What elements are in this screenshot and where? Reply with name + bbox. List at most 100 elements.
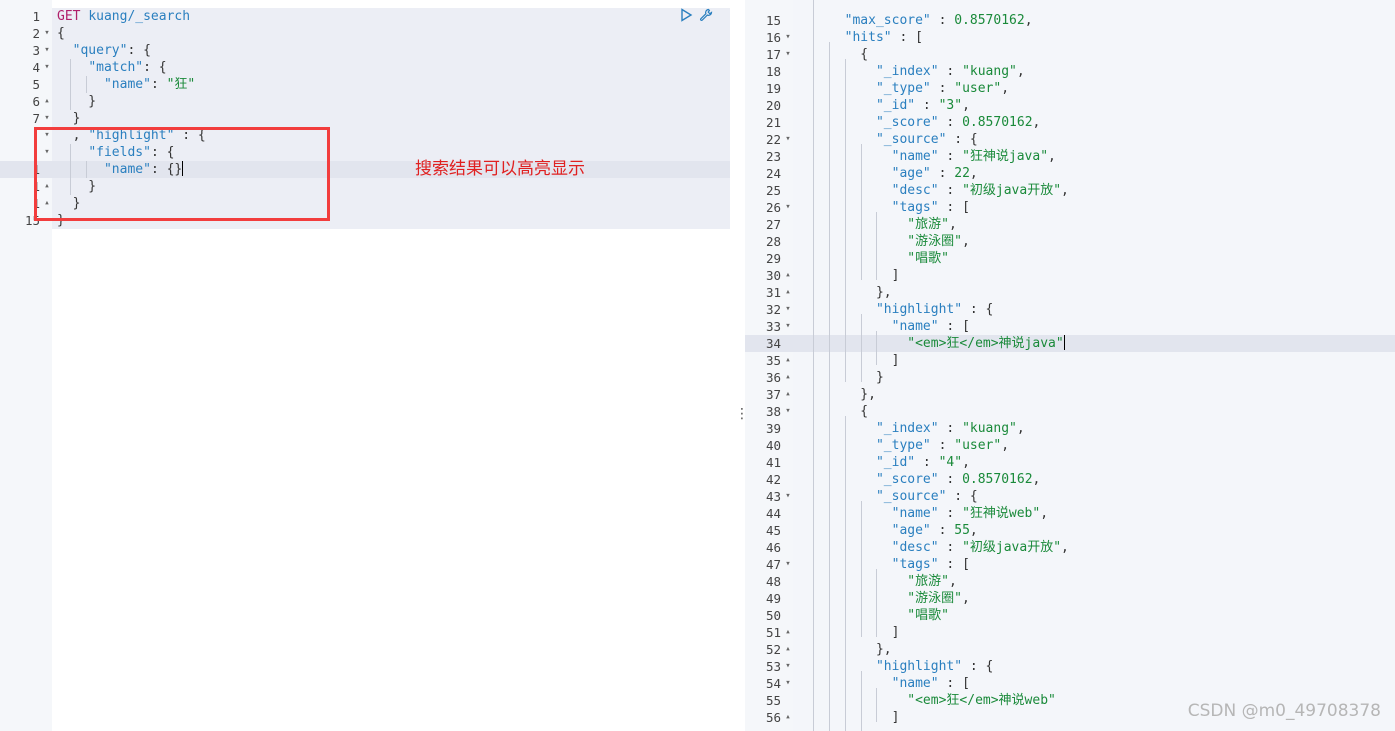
fold-arrow-up-icon[interactable]: ▴ [783, 284, 793, 301]
response-line[interactable]: 34 "<em>狂</em>神说java" [745, 335, 1395, 352]
response-line[interactable]: 52 ▴ }, [745, 641, 1395, 658]
code-text: "_source" : { [875, 489, 978, 504]
line-number: 42 [765, 472, 781, 487]
code-text: "<em>狂</em>神说web" [907, 693, 1056, 708]
response-line[interactable]: 26 ▾ "tags" : [ [745, 199, 1395, 216]
fold-arrow-down-icon[interactable]: ▾ [783, 658, 793, 675]
response-line[interactable]: 15 "max_score" : 0.8570162, [745, 12, 1395, 29]
request-line[interactable]: 5 "name": "狂" [0, 76, 730, 93]
response-line[interactable]: 18 "_index" : "kuang", [745, 63, 1395, 80]
fold-arrow-down-icon[interactable]: ▾ [42, 110, 52, 127]
line-number: 23 [765, 149, 781, 164]
line-number: 21 [765, 115, 781, 130]
response-line[interactable]: 39 "_index" : "kuang", [745, 420, 1395, 437]
response-line[interactable]: 41 "_id" : "4", [745, 454, 1395, 471]
fold-arrow-down-icon[interactable]: ▾ [783, 403, 793, 420]
response-line[interactable]: 48 "旅游", [745, 573, 1395, 590]
fold-arrow-down-icon[interactable]: ▾ [783, 29, 793, 46]
fold-arrow-up-icon[interactable]: ▴ [783, 641, 793, 658]
fold-arrow-up-icon[interactable]: ▴ [783, 267, 793, 284]
response-line[interactable]: 49 "游泳圈", [745, 590, 1395, 607]
response-line[interactable]: 42 "_score" : 0.8570162, [745, 471, 1395, 488]
fold-arrow-down-icon[interactable]: ▾ [783, 556, 793, 573]
response-line[interactable]: 19 "_type" : "user", [745, 80, 1395, 97]
response-line[interactable]: 27 "旅游", [745, 216, 1395, 233]
response-line[interactable]: 53 ▾ "highlight" : { [745, 658, 1395, 675]
response-line[interactable]: 23 "name" : "狂神说java", [745, 148, 1395, 165]
fold-arrow-down-icon[interactable]: ▾ [783, 675, 793, 692]
fold-arrow-up-icon[interactable]: ▴ [783, 352, 793, 369]
code-text: "name" : [ [891, 676, 970, 691]
response-line[interactable]: 24 "age" : 22, [745, 165, 1395, 182]
response-line[interactable]: 38 ▾ { [745, 403, 1395, 420]
fold-arrow-down-icon[interactable]: ▾ [783, 301, 793, 318]
response-line[interactable]: 21 "_score" : 0.8570162, [745, 114, 1395, 131]
response-line[interactable]: 50 "唱歌" [745, 607, 1395, 624]
response-line[interactable]: 33 ▾ "name" : [ [745, 318, 1395, 335]
request-toolbar [679, 8, 713, 22]
code-text: "name" : [ [891, 319, 970, 334]
request-line[interactable]: 4 ▾ "match": { [0, 59, 730, 76]
code-text: "highlight" : { [875, 302, 994, 317]
request-line[interactable]: 1 GET kuang/_search [0, 8, 730, 25]
response-line[interactable]: 16 ▾ "hits" : [ [745, 29, 1395, 46]
response-line[interactable]: 46 "desc" : "初级java开放", [745, 539, 1395, 556]
request-line[interactable]: 2 ▾ { [0, 25, 730, 42]
pane-splitter[interactable]: ⋮ [730, 0, 749, 731]
play-icon[interactable] [679, 8, 693, 22]
response-line[interactable]: 44 "name" : "狂神说web", [745, 505, 1395, 522]
request-editor[interactable]: 1 GET kuang/_search 2 ▾{3 ▾ "query": {4 ▾ "ma… [0, 0, 730, 731]
annotation-highlight-box [34, 127, 330, 221]
response-line[interactable]: 51 ▴ ] [745, 624, 1395, 641]
fold-arrow-down-icon[interactable]: ▾ [783, 318, 793, 335]
fold-arrow-down-icon[interactable]: ▾ [42, 59, 52, 76]
response-line[interactable]: 54 ▾ "name" : [ [745, 675, 1395, 692]
response-line[interactable]: 37 ▴ }, [745, 386, 1395, 403]
code-text: "max_score" : 0.8570162, [844, 13, 1033, 28]
code-text: "游泳圈", [907, 591, 970, 606]
response-line[interactable]: 43 ▾ "_source" : { [745, 488, 1395, 505]
response-line[interactable]: 30 ▴ ] [745, 267, 1395, 284]
fold-arrow-up-icon[interactable]: ▴ [783, 369, 793, 386]
fold-arrow-up-icon[interactable]: ▴ [783, 624, 793, 641]
response-line[interactable]: 28 "游泳圈", [745, 233, 1395, 250]
fold-arrow-up-icon[interactable]: ▴ [42, 93, 52, 110]
fold-arrow-down-icon[interactable]: ▾ [42, 25, 52, 42]
fold-arrow-down-icon[interactable]: ▾ [783, 199, 793, 216]
response-line[interactable]: 47 ▾ "tags" : [ [745, 556, 1395, 573]
line-number: 15 [765, 13, 781, 28]
line-number: 19 [765, 81, 781, 96]
line-number: 3 [32, 43, 40, 58]
response-line[interactable]: 29 "唱歌" [745, 250, 1395, 267]
response-line[interactable]: 40 "_type" : "user", [745, 437, 1395, 454]
code-text: }, [829, 642, 892, 657]
response-line[interactable]: 20 "_id" : "3", [745, 97, 1395, 114]
response-line[interactable]: 25 "desc" : "初级java开放", [745, 182, 1395, 199]
response-line[interactable]: 45 "age" : 55, [745, 522, 1395, 539]
code-text: "name" : "狂神说web", [891, 506, 1049, 521]
response-line[interactable]: 36 ▴ } [745, 369, 1395, 386]
response-line[interactable]: 31 ▴ }, [745, 284, 1395, 301]
code-text: GET kuang/_search [57, 9, 191, 24]
response-line[interactable]: 32 ▾ "highlight" : { [745, 301, 1395, 318]
fold-arrow-down-icon[interactable]: ▾ [783, 46, 793, 63]
response-line[interactable]: 22 ▾ "_source" : { [745, 131, 1395, 148]
response-code-lines[interactable]: 15 "max_score" : 0.8570162, 16 ▾ "hits" : … [745, 12, 1395, 726]
response-line[interactable]: 17 ▾ { [745, 46, 1395, 63]
fold-arrow-up-icon[interactable]: ▴ [783, 386, 793, 403]
line-number: 47 [765, 557, 781, 572]
fold-arrow-down-icon[interactable]: ▾ [783, 131, 793, 148]
fold-arrow-down-icon[interactable]: ▾ [42, 42, 52, 59]
wrench-icon[interactable] [699, 8, 713, 22]
request-line[interactable]: 7 ▾ } [0, 110, 730, 127]
request-line[interactable]: 6 ▴ } [0, 93, 730, 110]
line-number: 46 [765, 540, 781, 555]
request-line[interactable]: 3 ▾ "query": { [0, 42, 730, 59]
fold-arrow-down-icon[interactable]: ▾ [783, 488, 793, 505]
watermark: CSDN @m0_49708378 [1187, 701, 1381, 721]
line-number: 16 [765, 30, 781, 45]
response-viewer[interactable]: 15 "max_score" : 0.8570162, 16 ▾ "hits" : … [745, 0, 1395, 731]
response-line[interactable]: 35 ▴ ] [745, 352, 1395, 369]
code-text: "_source" : { [875, 132, 978, 147]
fold-arrow-up-icon[interactable]: ▴ [783, 709, 793, 726]
